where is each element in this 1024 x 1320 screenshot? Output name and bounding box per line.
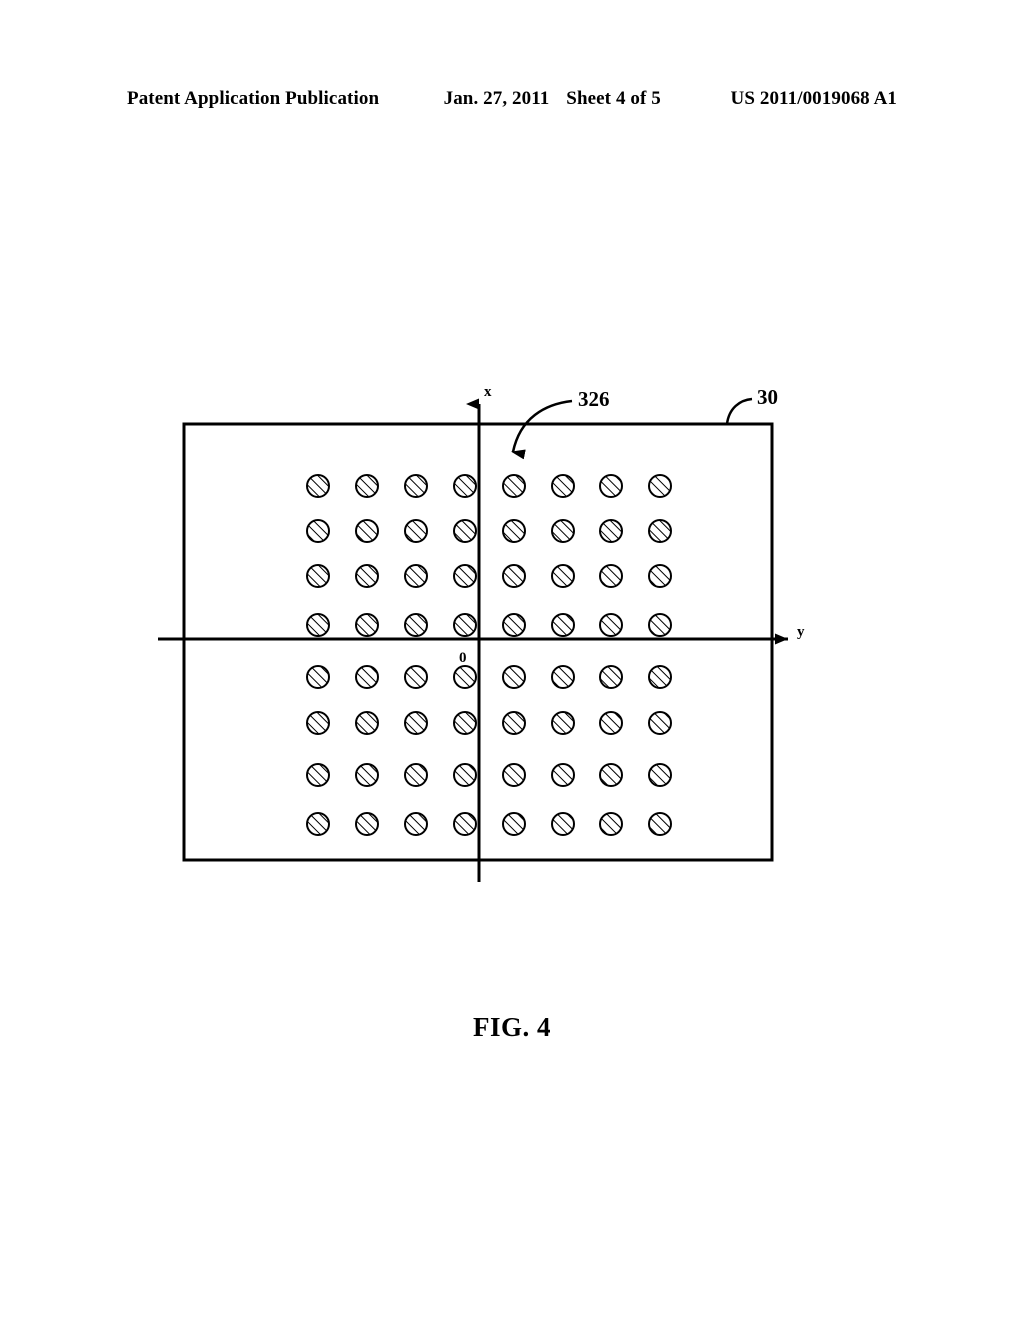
hatched-circle (306, 665, 330, 689)
hatched-circle (355, 474, 379, 498)
hatched-circle (648, 812, 672, 836)
hatched-circle (648, 519, 672, 543)
hatched-circle (355, 812, 379, 836)
hatched-circle (404, 613, 428, 637)
hatched-circle (551, 519, 575, 543)
hatched-circle (648, 711, 672, 735)
hatched-circle (648, 613, 672, 637)
hatched-circle (453, 812, 477, 836)
hatched-circle (599, 665, 623, 689)
hatched-circle (355, 665, 379, 689)
hatched-circle (502, 711, 526, 735)
callout-30-leader-line (725, 397, 753, 425)
hatched-circle (551, 665, 575, 689)
hatched-circle (453, 763, 477, 787)
hatched-circle (306, 474, 330, 498)
hatched-circle (648, 763, 672, 787)
x-axis-label: x (484, 384, 492, 400)
hatched-circle (306, 812, 330, 836)
hatched-circle (453, 474, 477, 498)
hatched-circle (453, 711, 477, 735)
hatched-circle (306, 763, 330, 787)
hatched-circle (355, 763, 379, 787)
hatched-circle (306, 613, 330, 637)
hatched-circle (599, 763, 623, 787)
hatched-circle (551, 474, 575, 498)
hatched-circle (404, 763, 428, 787)
hatched-circle (502, 665, 526, 689)
hatched-circle (355, 613, 379, 637)
hatched-circle (404, 665, 428, 689)
hatched-circle (502, 519, 526, 543)
y-axis-label: y (797, 624, 805, 640)
hatched-circle (599, 613, 623, 637)
figure-caption: FIG. 4 (472, 1012, 551, 1042)
hatched-circle (404, 711, 428, 735)
origin-label: 0 (459, 650, 467, 666)
hatched-circle (502, 763, 526, 787)
hatched-circle (355, 711, 379, 735)
hatched-circle (502, 613, 526, 637)
hatched-circle (453, 613, 477, 637)
hatched-circle (404, 519, 428, 543)
hatched-circle (599, 812, 623, 836)
hatched-circle (502, 812, 526, 836)
callout-30-label: 30 (757, 385, 778, 409)
hatched-circle (599, 474, 623, 498)
hatched-circle (502, 564, 526, 588)
hatched-circle (453, 665, 477, 689)
hatched-circle (453, 564, 477, 588)
figure-4-drawing: x y 0 326 30 (0, 0, 1024, 1320)
hatched-circle (551, 564, 575, 588)
hatched-circle (551, 613, 575, 637)
hatched-circle (306, 711, 330, 735)
hatched-circle (404, 474, 428, 498)
hatched-circle-element (502, 474, 526, 498)
hatched-circle (648, 474, 672, 498)
callout-326-label: 326 (578, 387, 610, 411)
hatched-circle (599, 711, 623, 735)
hatched-circle (551, 763, 575, 787)
hatched-circle (648, 564, 672, 588)
hatched-circle (599, 519, 623, 543)
hatched-circle (648, 665, 672, 689)
hatched-circle (599, 564, 623, 588)
hatched-circle (306, 564, 330, 588)
hatched-circle (306, 519, 330, 543)
hatched-circle (551, 812, 575, 836)
hatched-circle (453, 519, 477, 543)
hatched-circle (551, 711, 575, 735)
hatched-circle (355, 564, 379, 588)
hatched-circle (355, 519, 379, 543)
hatched-circle (404, 812, 428, 836)
hatched-circle (404, 564, 428, 588)
